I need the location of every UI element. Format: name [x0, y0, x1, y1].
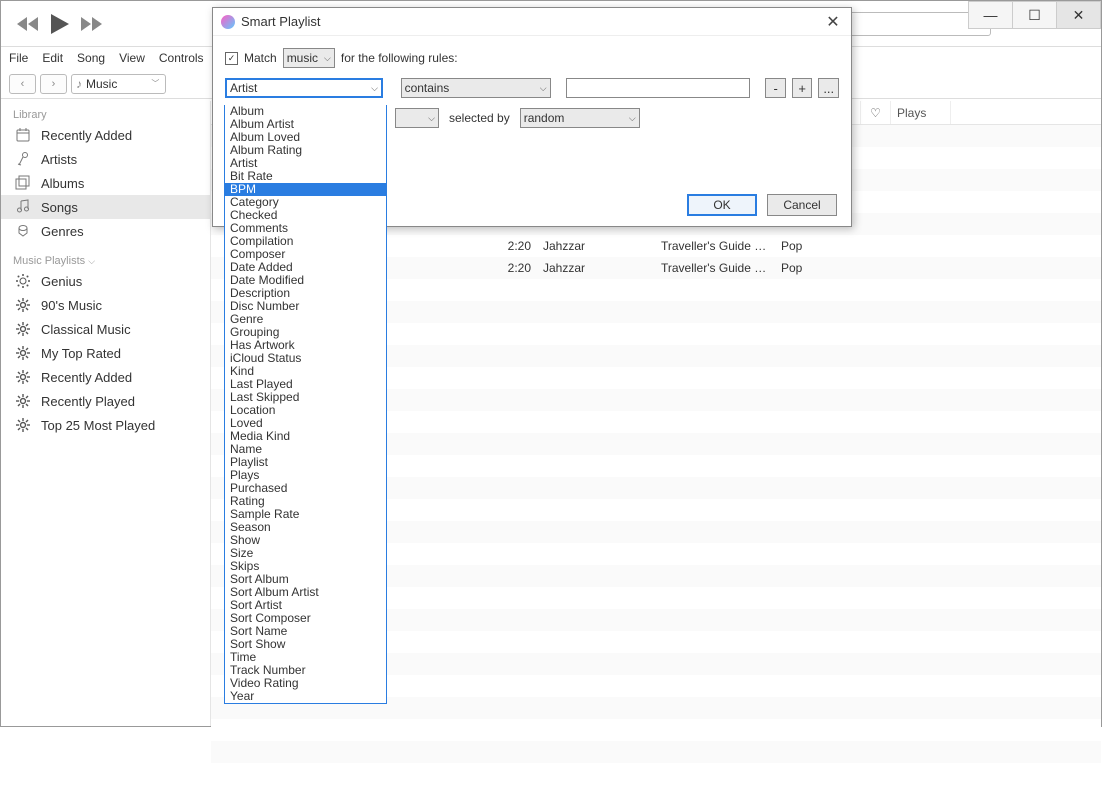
sidebar-header-library: Library	[1, 107, 210, 123]
sidebar-item-label: 90's Music	[41, 298, 102, 313]
chevron-down-icon: ⌵	[540, 83, 547, 94]
back-button[interactable]: ‹	[9, 74, 36, 94]
menu-view[interactable]: View	[119, 51, 145, 65]
sidebar-playlist-90-s-music[interactable]: 90's Music	[1, 293, 210, 317]
dropdown-option[interactable]: Year	[225, 690, 386, 703]
column-plays[interactable]: Plays	[891, 101, 951, 124]
table-row[interactable]	[211, 719, 1101, 741]
match-checkbox[interactable]: ✓	[225, 52, 238, 65]
table-row[interactable]	[211, 741, 1101, 763]
mic-icon	[15, 151, 31, 167]
chevron-down-icon: ⌵	[324, 53, 331, 64]
cancel-button[interactable]: Cancel	[767, 194, 837, 216]
minimize-button[interactable]: —	[968, 1, 1013, 29]
close-window-button[interactable]: ✕	[1056, 1, 1101, 29]
recent-icon	[15, 127, 31, 143]
sidebar-item-label: Artists	[41, 152, 77, 167]
chevron-down-icon[interactable]: ⌵	[88, 256, 95, 266]
menu-edit[interactable]: Edit	[42, 51, 63, 65]
add-rule-button[interactable]: +	[792, 78, 813, 98]
chevron-down-icon: ⌵	[371, 83, 378, 94]
gear-icon	[15, 321, 31, 337]
sidebar-item-label: Songs	[41, 200, 78, 215]
match-tail-label: for the following rules:	[341, 51, 458, 65]
sidebar-item-label: Genres	[41, 224, 84, 239]
rule-field-select[interactable]: Artist⌵	[225, 78, 383, 98]
play-button[interactable]	[51, 14, 69, 34]
match-label: Match	[244, 51, 277, 65]
selected-by-label: selected by	[449, 111, 510, 125]
rule-field-dropdown[interactable]: AlbumAlbum ArtistAlbum LovedAlbum Rating…	[224, 105, 387, 704]
sidebar-playlist-genius[interactable]: Genius	[1, 269, 210, 293]
gear-icon	[15, 393, 31, 409]
sidebar-item-albums[interactable]: Albums	[1, 171, 210, 195]
chevron-down-icon: ⌵	[428, 113, 435, 124]
dialog-titlebar: Smart Playlist ✕	[213, 8, 851, 36]
sidebar-item-label: Recently Added	[41, 128, 132, 143]
albums-icon	[15, 175, 31, 191]
sidebar-playlist-my-top-rated[interactable]: My Top Rated	[1, 341, 210, 365]
gear-icon	[15, 417, 31, 433]
ok-button[interactable]: OK	[687, 194, 757, 216]
table-row[interactable]	[211, 763, 1101, 785]
app-window: Search — ☐ ✕ File Edit Song View Control…	[0, 0, 1102, 727]
dialog-close-button[interactable]: ✕	[823, 12, 843, 32]
more-rule-button[interactable]: ...	[818, 78, 839, 98]
sidebar-item-label: Genius	[41, 274, 82, 289]
next-track-button[interactable]	[81, 17, 103, 31]
music-note-icon: ♪	[76, 77, 82, 91]
limit-unit-select[interactable]: ⌵	[395, 108, 439, 128]
sidebar-item-label: Recently Added	[41, 370, 132, 385]
sidebar: Library Recently Added Artists Albums Songs…	[1, 101, 211, 726]
sidebar-item-label: Recently Played	[41, 394, 135, 409]
rule-operator-select[interactable]: contains⌵	[401, 78, 551, 98]
dialog-title: Smart Playlist	[241, 14, 320, 29]
gear-icon	[15, 369, 31, 385]
sidebar-header-playlists: Music Playlists ⌵	[1, 253, 210, 269]
songs-icon	[15, 199, 31, 215]
remove-rule-button[interactable]: -	[765, 78, 786, 98]
gear-icon	[15, 345, 31, 361]
sidebar-item-genres[interactable]: Genres	[1, 219, 210, 243]
selected-by-select[interactable]: random⌵	[520, 108, 640, 128]
sidebar-playlist-recently-added[interactable]: Recently Added	[1, 365, 210, 389]
match-type-select[interactable]: music⌵	[283, 48, 335, 68]
sidebar-item-label: Albums	[41, 176, 84, 191]
sidebar-item-songs[interactable]: Songs	[1, 195, 210, 219]
gear-icon	[15, 297, 31, 313]
genres-icon	[15, 223, 31, 239]
sidebar-item-artists[interactable]: Artists	[1, 147, 210, 171]
menu-controls[interactable]: Controls	[159, 51, 204, 65]
picker-label: Music	[86, 77, 117, 91]
library-picker[interactable]: ♪ Music ﹀	[71, 74, 166, 94]
sidebar-playlist-recently-played[interactable]: Recently Played	[1, 389, 210, 413]
column-loved[interactable]: ♡	[861, 101, 891, 124]
sidebar-playlist-top-25-most-played[interactable]: Top 25 Most Played	[1, 413, 210, 437]
sidebar-item-label: Classical Music	[41, 322, 131, 337]
window-controls: — ☐ ✕	[969, 1, 1101, 29]
chevron-down-icon: ﹀	[151, 78, 159, 89]
menu-song[interactable]: Song	[77, 51, 105, 65]
sidebar-item-recently-added[interactable]: Recently Added	[1, 123, 210, 147]
genius-icon	[15, 273, 31, 289]
prev-track-button[interactable]	[17, 17, 39, 31]
menu-file[interactable]: File	[9, 51, 28, 65]
rule-value-input[interactable]	[566, 78, 749, 98]
sidebar-item-label: Top 25 Most Played	[41, 418, 155, 433]
chevron-down-icon: ⌵	[629, 113, 636, 124]
sidebar-item-label: My Top Rated	[41, 346, 121, 361]
itunes-icon	[221, 15, 235, 29]
forward-button[interactable]: ›	[40, 74, 67, 94]
sidebar-playlist-classical-music[interactable]: Classical Music	[1, 317, 210, 341]
maximize-button[interactable]: ☐	[1012, 1, 1057, 29]
